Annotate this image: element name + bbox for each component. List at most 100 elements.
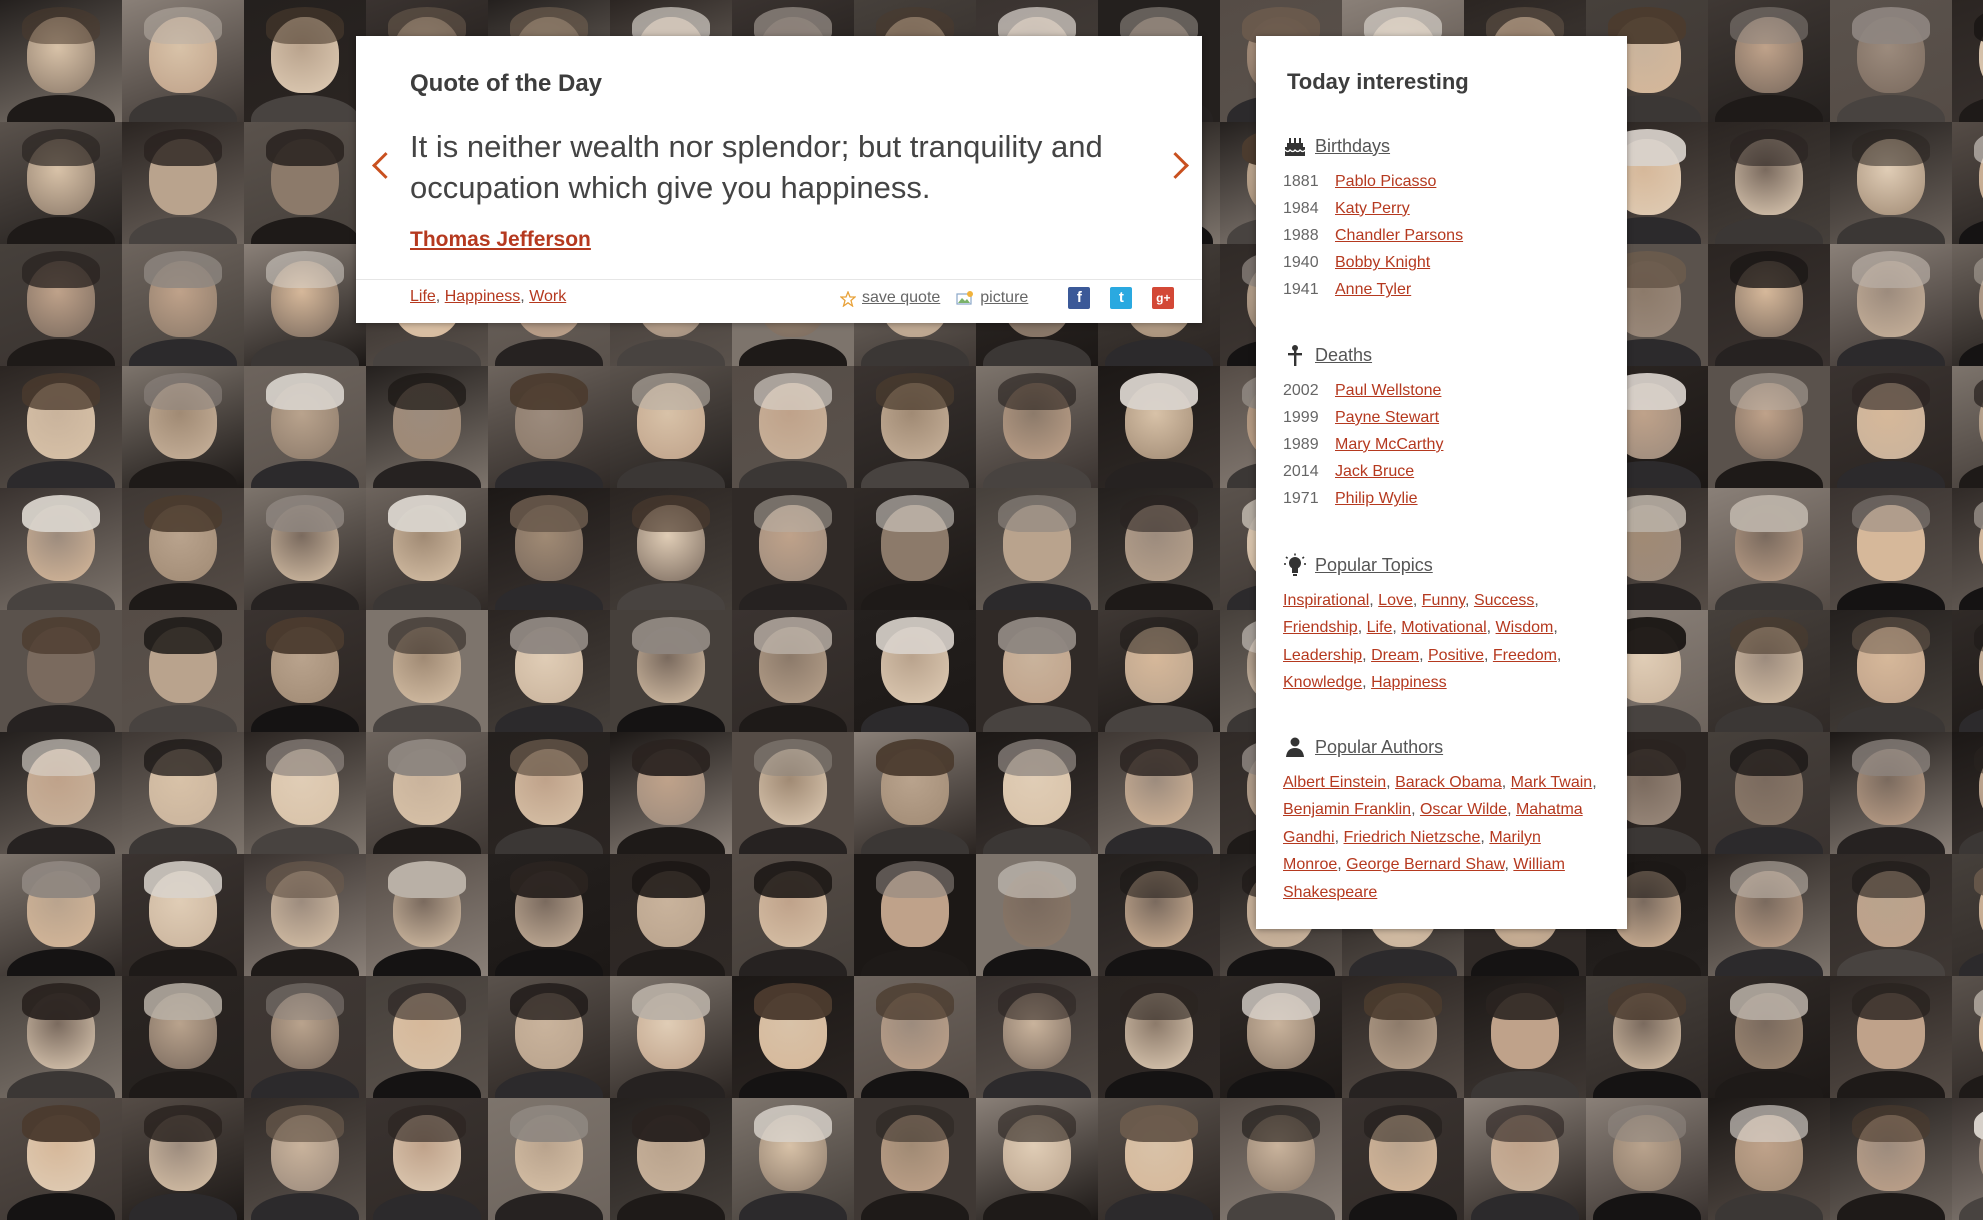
author-link[interactable]: Oscar Wilde (1420, 801, 1507, 818)
portrait-tile (488, 1098, 610, 1220)
card-divider (356, 279, 1202, 280)
portrait-tile (488, 610, 610, 732)
tag-link[interactable]: Happiness (445, 288, 521, 305)
person-link[interactable]: Bobby Knight (1335, 254, 1430, 272)
person-link[interactable]: Paul Wellstone (1335, 382, 1441, 400)
author-link[interactable]: Mark Twain (1511, 774, 1593, 791)
portrait-tile (1708, 854, 1830, 976)
author-link[interactable]: Benjamin Franklin (1283, 801, 1411, 818)
portrait-tile (1830, 0, 1952, 122)
person-link[interactable]: Jack Bruce (1335, 463, 1414, 481)
twitter-icon[interactable]: t (1110, 287, 1133, 309)
portrait-tile (976, 488, 1098, 610)
portrait-tile (1098, 610, 1220, 732)
portrait-tile (854, 488, 976, 610)
author-link[interactable]: Barack Obama (1395, 774, 1502, 791)
popular-authors-label[interactable]: Popular Authors (1315, 737, 1443, 758)
picture-link[interactable]: picture (980, 289, 1028, 307)
separator: , (1369, 592, 1379, 609)
chevron-left-icon[interactable] (366, 146, 396, 186)
portrait-tile (0, 732, 122, 854)
topic-link[interactable]: Leadership (1283, 647, 1362, 664)
popular-authors-list: Albert Einstein, Barack Obama, Mark Twai… (1283, 769, 1603, 906)
portrait-tile (1952, 366, 1983, 488)
topic-link[interactable]: Friendship (1283, 619, 1358, 636)
person-link[interactable]: Katy Perry (1335, 200, 1410, 218)
author-link[interactable]: Albert Einstein (1283, 774, 1386, 791)
portrait-tile (976, 976, 1098, 1098)
portrait-tile (366, 366, 488, 488)
portrait-tile (488, 854, 610, 976)
topic-link[interactable]: Funny (1422, 592, 1465, 609)
topic-link[interactable]: Love (1378, 592, 1413, 609)
portrait-tile (1952, 732, 1983, 854)
portrait-tile (1708, 488, 1830, 610)
separator: , (1534, 592, 1539, 609)
portrait-tile (1098, 976, 1220, 1098)
portrait-tile (1708, 1098, 1830, 1220)
portrait-tile (122, 976, 244, 1098)
portrait-tile (366, 1098, 488, 1220)
list-item: 1989 Mary McCarthy (1283, 431, 1603, 458)
person-link[interactable]: Mary McCarthy (1335, 436, 1443, 454)
portrait-tile (854, 854, 976, 976)
topic-link[interactable]: Happiness (1371, 674, 1447, 691)
deaths-list: 2002 Paul Wellstone 1999 Payne Stewart 198… (1283, 377, 1603, 513)
year: 1988 (1283, 226, 1319, 244)
person-link[interactable]: Pablo Picasso (1335, 173, 1436, 191)
portrait-tile (0, 1098, 122, 1220)
birthdays-label[interactable]: Birthdays (1315, 136, 1390, 157)
author-link[interactable]: Friedrich Nietzsche (1343, 829, 1480, 846)
tag-link[interactable]: Work (529, 288, 566, 305)
portrait-tile (244, 854, 366, 976)
tag-link[interactable]: Life (410, 288, 436, 305)
portrait-tile (1708, 366, 1830, 488)
google-plus-icon[interactable]: g+ (1152, 287, 1175, 309)
topic-link[interactable]: Success (1474, 592, 1534, 609)
popular-topics-list: Inspirational, Love, Funny, Success, Fri… (1283, 587, 1603, 697)
portrait-tile (610, 488, 732, 610)
author-link[interactable]: George Bernard Shaw (1346, 856, 1504, 873)
separator: , (1553, 619, 1558, 637)
portrait-tile (244, 976, 366, 1098)
person-link[interactable]: Anne Tyler (1335, 281, 1411, 299)
portrait-tile (122, 610, 244, 732)
portrait-tile (1464, 976, 1586, 1098)
topic-link[interactable]: Dream (1371, 647, 1419, 664)
list-item: 1881 Pablo Picasso (1283, 168, 1603, 195)
person-link[interactable]: Payne Stewart (1335, 409, 1439, 427)
topic-link[interactable]: Freedom (1493, 647, 1557, 664)
separator: , (1486, 619, 1496, 637)
facebook-icon[interactable]: f (1068, 287, 1091, 309)
list-item: 1999 Payne Stewart (1283, 404, 1603, 431)
topic-link[interactable]: Life (1367, 619, 1393, 636)
quote-author-link[interactable]: Thomas Jefferson (410, 228, 591, 252)
portrait-tile (122, 244, 244, 366)
portrait-tile (1586, 1098, 1708, 1220)
portrait-tile (244, 366, 366, 488)
portrait-tile (0, 854, 122, 976)
portrait-tile (1586, 976, 1708, 1098)
topic-link[interactable]: Motivational (1401, 619, 1486, 636)
separator: , (1357, 619, 1367, 637)
topic-link[interactable]: Knowledge (1283, 674, 1362, 691)
separator: , (1419, 646, 1428, 664)
portrait-tile (1708, 732, 1830, 854)
topic-link[interactable]: Positive (1428, 647, 1484, 664)
portrait-tile (122, 488, 244, 610)
list-item: 1971 Philip Wylie (1283, 486, 1603, 513)
quote-tags: Life, Happiness, Work (410, 288, 567, 305)
popular-topics-label[interactable]: Popular Topics (1315, 555, 1433, 576)
deaths-label[interactable]: Deaths (1315, 345, 1372, 366)
portrait-tile (366, 610, 488, 732)
chevron-right-icon[interactable] (1164, 146, 1194, 186)
topic-link[interactable]: Inspirational (1283, 592, 1369, 609)
portrait-tile (0, 122, 122, 244)
save-quote-link[interactable]: save quote (862, 289, 940, 307)
separator: , (1362, 646, 1372, 664)
portrait-tile (976, 1098, 1098, 1220)
portrait-tile (1830, 854, 1952, 976)
person-link[interactable]: Philip Wylie (1335, 490, 1418, 508)
person-link[interactable]: Chandler Parsons (1335, 227, 1463, 245)
topic-link[interactable]: Wisdom (1496, 619, 1554, 636)
